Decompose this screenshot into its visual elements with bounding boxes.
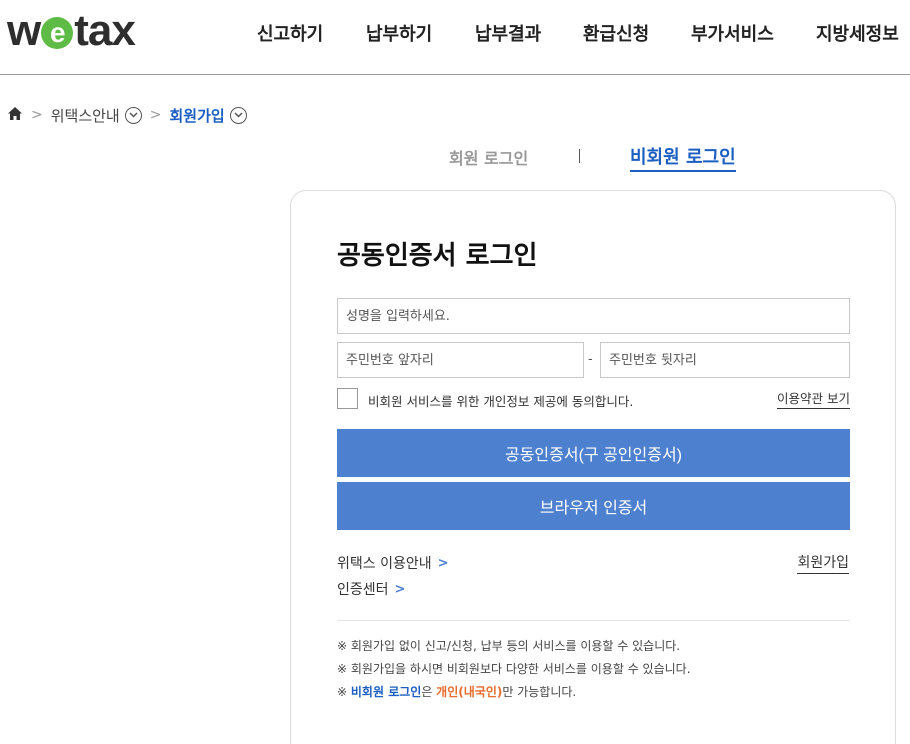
home-icon[interactable] [7, 106, 23, 125]
nav-item-local-tax-info[interactable]: 지방세정보 [816, 20, 899, 46]
guide-link-label: 위택스 이용안내 [337, 556, 432, 572]
note-3-individual: 개인(내국인) [436, 685, 503, 699]
site-header: w e tax 신고하기 납부하기 납부결과 환급신청 부가서비스 지방세정보 [0, 0, 910, 75]
note-mark: ※ [337, 662, 348, 676]
note-3: ※ 비회원 로그인은 개인(내국인)만 가능합니다. [337, 683, 576, 700]
tab-guest-login[interactable]: 비회원 로그인 [630, 143, 736, 172]
chevron-right-icon: > [149, 107, 162, 123]
rrn-dash: - [588, 352, 593, 367]
login-title: 공동인증서 로그인 [337, 241, 538, 271]
cert-center-link[interactable]: 인증센터 > [337, 579, 405, 599]
tab-member-login[interactable]: 회원 로그인 [449, 145, 528, 169]
browser-cert-button[interactable]: 브라우저 인증서 [337, 482, 850, 530]
note-mark: ※ [337, 685, 348, 699]
chevron-right-icon: > [437, 555, 449, 571]
breadcrumb-item-wetax-guide[interactable]: 위택스안내 [51, 105, 120, 126]
agree-label: 비회원 서비스를 위한 개인정보 제공에 동의합니다. [368, 394, 634, 409]
terms-link[interactable]: 이용약관 보기 [777, 388, 850, 409]
chevron-right-icon: > [394, 581, 406, 597]
nav-item-refund[interactable]: 환급신청 [583, 20, 649, 46]
login-tabs: 회원 로그인 비회원 로그인 [0, 143, 910, 173]
note-3-suffix: 만 가능합니다. [502, 685, 577, 699]
rrn-back-input[interactable] [600, 342, 850, 378]
join-link[interactable]: 회원가입 [797, 552, 849, 574]
nav-item-payment[interactable]: 납부하기 [366, 20, 432, 46]
name-input[interactable] [337, 298, 850, 334]
agree-row: 비회원 서비스를 위한 개인정보 제공에 동의합니다. 이용약관 보기 [337, 388, 850, 412]
note-mark: ※ [337, 639, 348, 653]
tab-divider [579, 149, 580, 163]
note-3-guest-login: 비회원 로그인 [350, 685, 422, 699]
breadcrumb: > 위택스안내 > 회원가입 [7, 104, 247, 126]
chevron-down-icon[interactable] [124, 106, 142, 124]
nav-item-extra-services[interactable]: 부가서비스 [691, 20, 774, 46]
note-1-text: 회원가입 없이 신고/신청, 납부 등의 서비스를 이용할 수 있습니다. [350, 639, 681, 653]
cert-center-link-label: 인증센터 [337, 582, 389, 598]
rrn-front-input[interactable] [337, 342, 584, 378]
note-2-text: 회원가입을 하시면 비회원보다 다양한 서비스를 이용할 수 있습니다. [350, 662, 691, 676]
note-1: ※ 회원가입 없이 신고/신청, 납부 등의 서비스를 이용할 수 있습니다. [337, 637, 680, 654]
cert-login-button[interactable]: 공동인증서(구 공인인증서) [337, 429, 850, 477]
guide-link[interactable]: 위택스 이용안내 > [337, 553, 449, 573]
note-3-particle: 은 [421, 685, 437, 699]
divider [337, 620, 850, 621]
login-card: 공동인증서 로그인 - 비회원 서비스를 위한 개인정보 제공에 동의합니다. … [290, 190, 896, 744]
agree-checkbox[interactable] [337, 388, 358, 409]
breadcrumb-item-signup[interactable]: 회원가입 [169, 105, 224, 126]
note-2: ※ 회원가입을 하시면 비회원보다 다양한 서비스를 이용할 수 있습니다. [337, 660, 691, 677]
nav-item-payment-result[interactable]: 납부결과 [475, 20, 541, 46]
chevron-right-icon: > [31, 107, 43, 123]
nav-item-report[interactable]: 신고하기 [257, 20, 323, 46]
chevron-down-icon[interactable] [229, 106, 247, 124]
main-nav: 신고하기 납부하기 납부결과 환급신청 부가서비스 지방세정보 [0, 20, 910, 46]
